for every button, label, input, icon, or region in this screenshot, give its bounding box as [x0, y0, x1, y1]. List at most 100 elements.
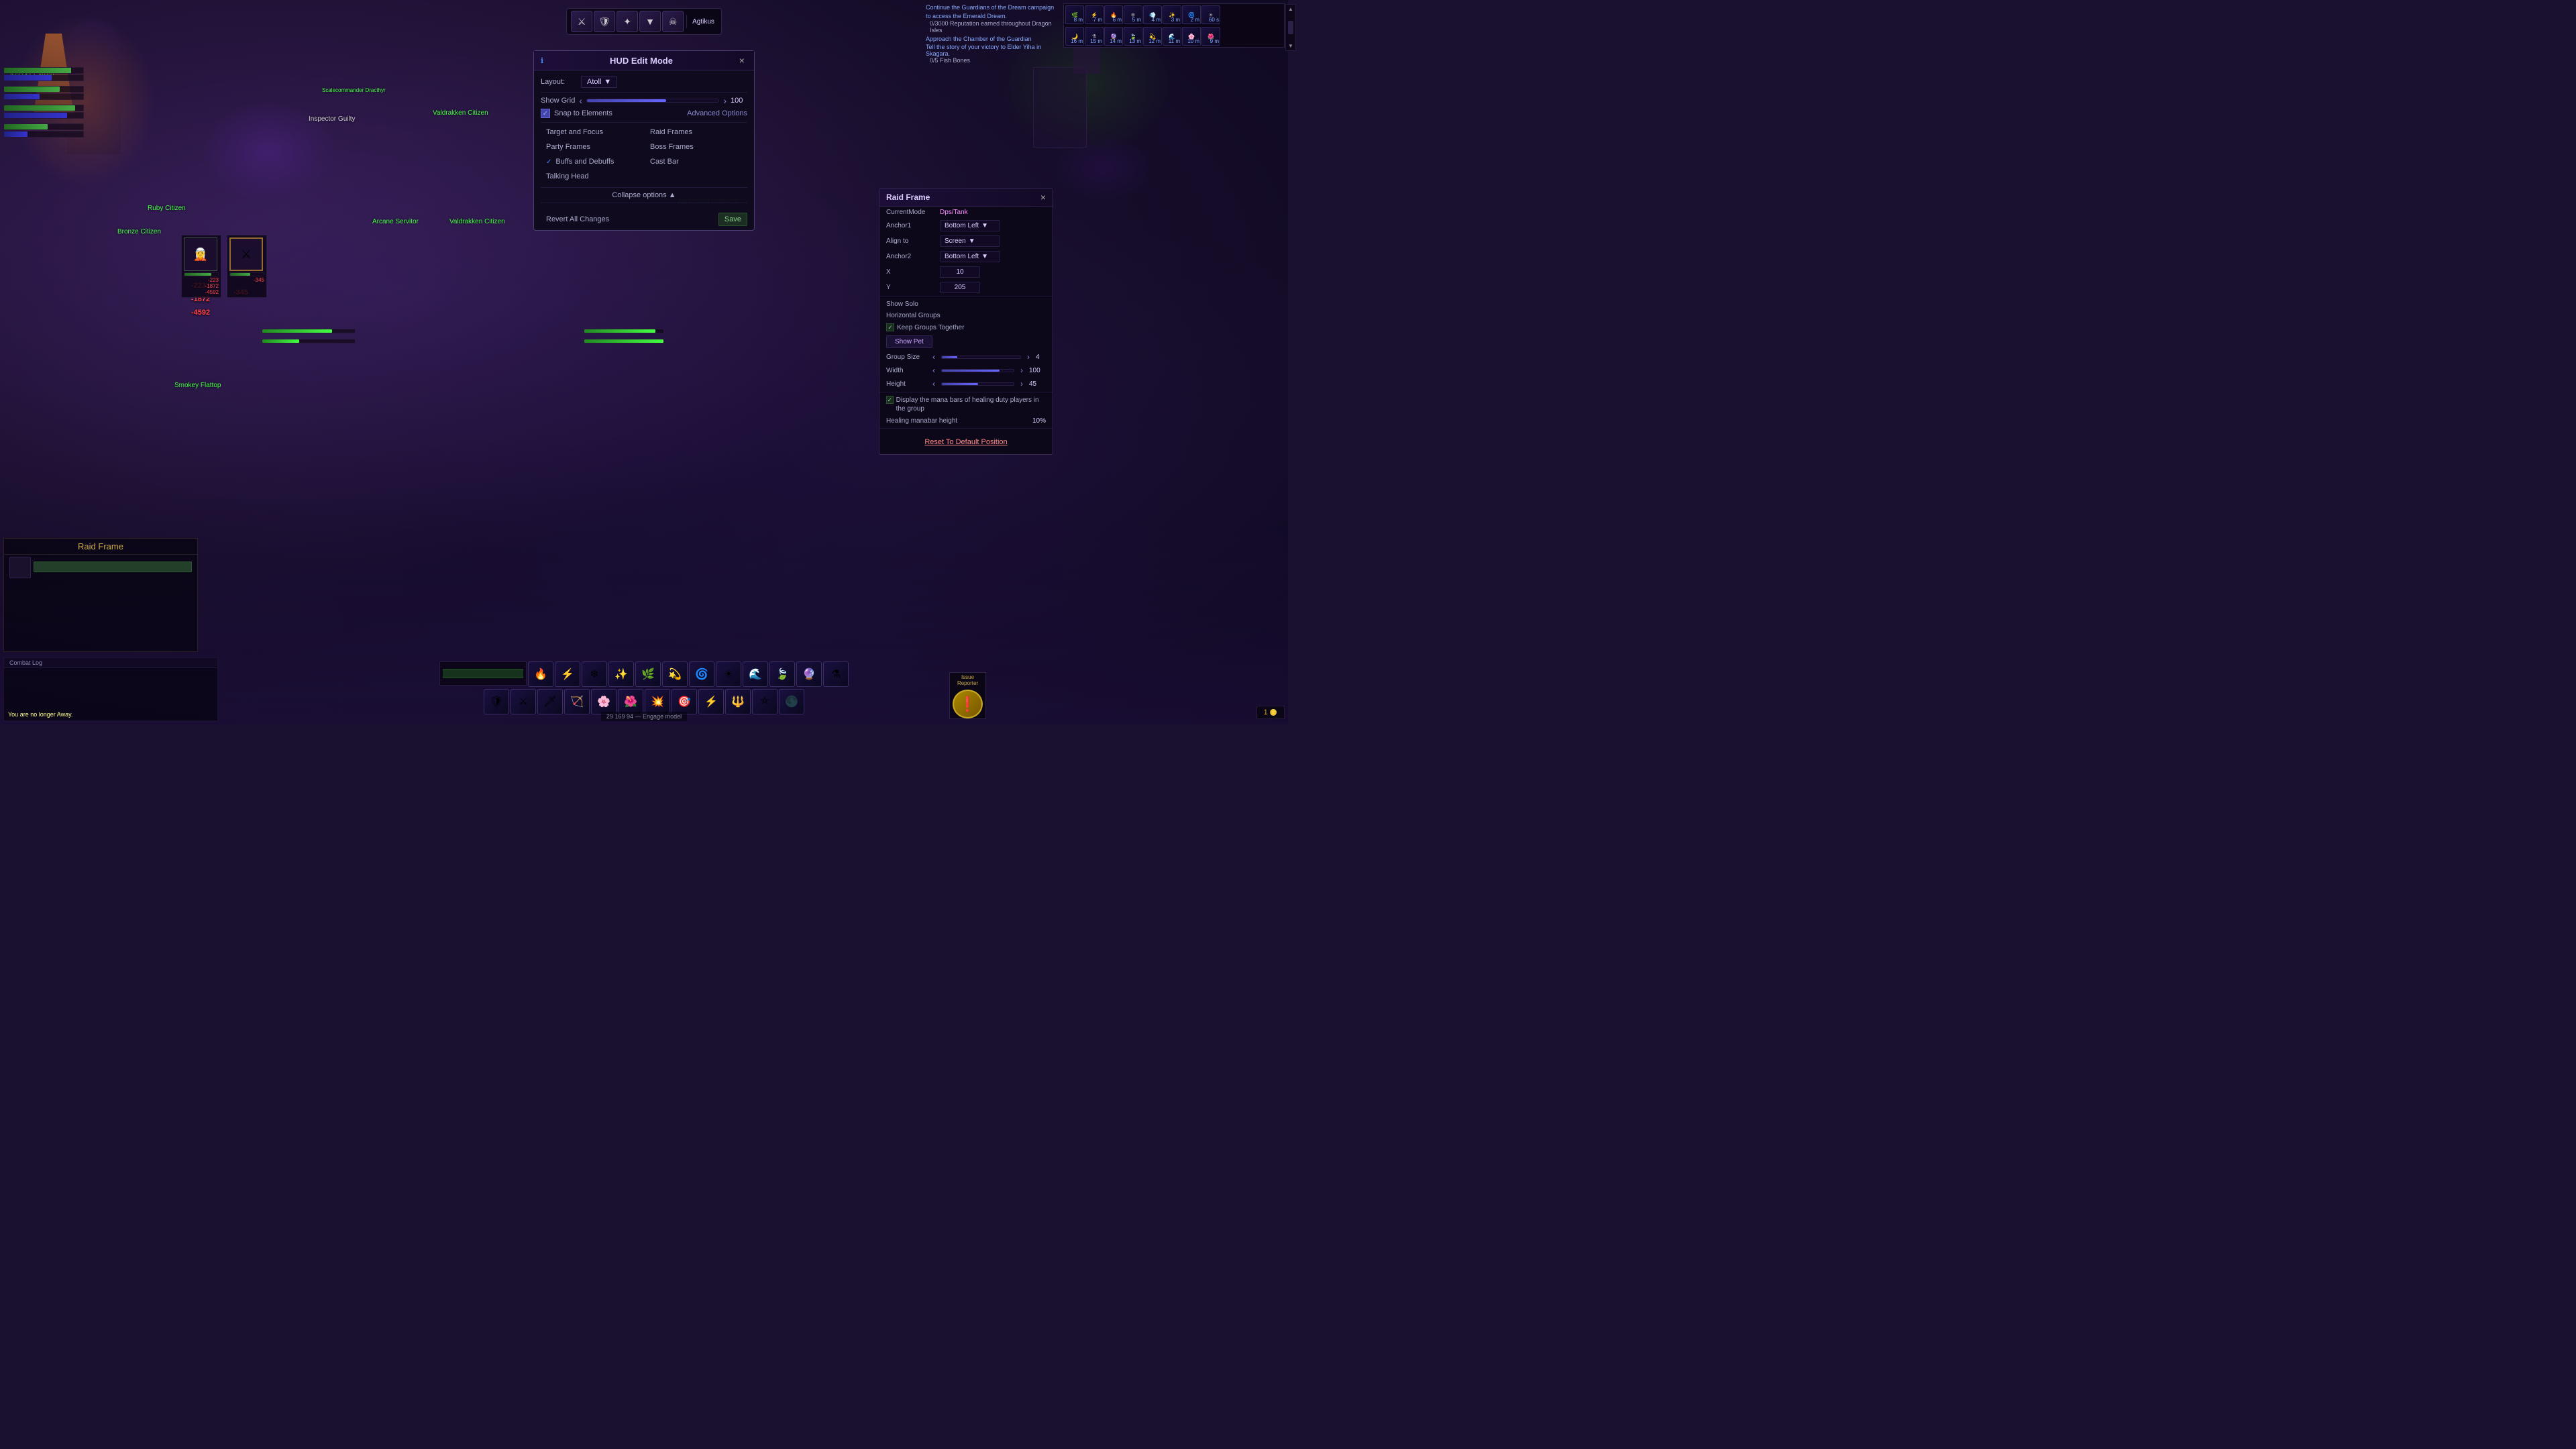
- width-nav-left[interactable]: ‹: [929, 366, 938, 375]
- bottom-row2-slot-10[interactable]: 🔱: [725, 689, 751, 714]
- bottom-row2-slot-7[interactable]: 💥: [645, 689, 670, 714]
- talking-head-label: Talking Head: [546, 172, 589, 180]
- group-size-nav-left[interactable]: ‹: [929, 352, 938, 362]
- spell-icon-15[interactable]: 🌸10 m: [1182, 27, 1201, 46]
- menu-item-cast-bar[interactable]: Cast Bar: [645, 155, 747, 168]
- raid-config-close-btn[interactable]: ×: [1040, 192, 1046, 203]
- save-btn[interactable]: Save: [718, 213, 747, 226]
- bottom-slot-8[interactable]: ☀: [716, 661, 741, 687]
- y-row: Y: [879, 280, 1053, 295]
- grid-nav-right[interactable]: ›: [723, 95, 727, 106]
- bottom-slot-4[interactable]: ✨: [608, 661, 634, 687]
- raid-unit-3: [3, 105, 84, 119]
- display-mana-checkbox[interactable]: ✓: [886, 396, 894, 404]
- anchor2-arrow: ▼: [981, 253, 988, 260]
- bottom-row2-slot-11[interactable]: ⛤: [752, 689, 777, 714]
- menu-item-party-frames[interactable]: Party Frames: [541, 140, 643, 154]
- width-nav-right[interactable]: ›: [1017, 366, 1026, 375]
- bottom-row2-slot-12[interactable]: 🌑: [779, 689, 804, 714]
- spell-icon-2[interactable]: ⚡7 m: [1085, 5, 1104, 24]
- spell-icon-12[interactable]: 🍃13 m: [1124, 27, 1142, 46]
- spell-bar-scroll[interactable]: ▲ ▼: [1285, 4, 1296, 51]
- spell-icon-16[interactable]: 🌺9 m: [1201, 27, 1220, 46]
- bottom-row2-slot-3[interactable]: 🗡: [537, 689, 563, 714]
- anchor2-dropdown[interactable]: Bottom Left ▼: [940, 251, 1000, 262]
- issue-reporter-btn[interactable]: ❗: [953, 690, 983, 718]
- chat-status-message: You are no longer Away.: [8, 711, 72, 718]
- bottom-slot-10[interactable]: 🍃: [769, 661, 795, 687]
- spell-icon-13[interactable]: 💫12 m: [1143, 27, 1162, 46]
- x-input[interactable]: [940, 266, 980, 278]
- menu-item-talking-head[interactable]: Talking Head: [541, 170, 643, 183]
- bottom-slot-11[interactable]: 🔮: [796, 661, 822, 687]
- spell-icon-14[interactable]: 🌊11 m: [1163, 27, 1181, 46]
- action-btn-3[interactable]: ✦: [616, 11, 638, 32]
- spell-icon-1[interactable]: 🌿8 m: [1065, 5, 1084, 24]
- bottom-row2-slot-6[interactable]: 🌺: [618, 689, 643, 714]
- spell-icon-7[interactable]: 🌀2 m: [1182, 5, 1201, 24]
- group-size-nav-right[interactable]: ›: [1024, 352, 1033, 362]
- action-btn-1[interactable]: ⚔: [571, 11, 592, 32]
- current-mode-value: Dps/Tank: [940, 209, 968, 216]
- spell-icon-5[interactable]: 💨4 m: [1143, 5, 1162, 24]
- bottom-slot-6[interactable]: 💫: [662, 661, 688, 687]
- spell-icon-10[interactable]: ⚗15 m: [1085, 27, 1104, 46]
- bottom-slot-3[interactable]: ❄: [582, 661, 607, 687]
- bottom-row2-slot-4[interactable]: 🏹: [564, 689, 590, 714]
- bottom-slot-7[interactable]: 🌀: [689, 661, 714, 687]
- keep-groups-checkbox[interactable]: ✓: [886, 323, 894, 331]
- menu-item-target-focus[interactable]: Target and Focus: [541, 125, 643, 139]
- spell-icon-9[interactable]: 🌙16 m: [1065, 27, 1084, 46]
- action-btn-5[interactable]: ☠: [662, 11, 684, 32]
- action-btn-2[interactable]: 🛡: [594, 11, 615, 32]
- bottom-row2-slot-1[interactable]: 🛡: [484, 689, 509, 714]
- spell-icon-6[interactable]: ✨3 m: [1163, 5, 1181, 24]
- gold-icon: 🪙: [1270, 709, 1277, 716]
- bottom-row2-slot-8[interactable]: 🎯: [672, 689, 697, 714]
- height-nav-left[interactable]: ‹: [929, 379, 938, 388]
- align-to-arrow: ▼: [969, 237, 975, 245]
- menu-item-boss-frames[interactable]: Boss Frames: [645, 140, 747, 154]
- spell-icon-4[interactable]: ❄5 m: [1124, 5, 1142, 24]
- npc-label-valdrakken-citizen: Valdrakken Citizen: [449, 218, 505, 225]
- grid-slider[interactable]: [586, 99, 719, 103]
- height-slider[interactable]: [941, 382, 1014, 386]
- spell-icon-11[interactable]: 🔮14 m: [1104, 27, 1123, 46]
- target-focus-label: Target and Focus: [546, 128, 603, 136]
- bottom-row2-slot-2[interactable]: ⚔: [511, 689, 536, 714]
- action-btn-4[interactable]: ▼: [639, 11, 661, 32]
- layout-dropdown[interactable]: Atoll ▼: [581, 76, 617, 88]
- bottom-row2-slot-9[interactable]: ⚡: [698, 689, 724, 714]
- anchor1-dropdown[interactable]: Bottom Left ▼: [940, 220, 1000, 231]
- y-input[interactable]: [940, 282, 980, 293]
- align-to-dropdown[interactable]: Screen ▼: [940, 235, 1000, 247]
- bottom-action-row-2: 🛡 ⚔ 🗡 🏹 🌸 🌺 💥 🎯 ⚡ 🔱 ⛤ 🌑: [484, 689, 804, 714]
- advanced-options-btn[interactable]: Advanced Options: [687, 109, 747, 117]
- spell-icon-8[interactable]: ☀60 s: [1201, 5, 1220, 24]
- snap-checkbox[interactable]: ✓: [541, 109, 550, 118]
- menu-item-raid-frames[interactable]: Raid Frames: [645, 125, 747, 139]
- grid-nav-left[interactable]: ‹: [579, 95, 582, 106]
- bottom-slot-5[interactable]: 🌿: [635, 661, 661, 687]
- menu-item-buffs-debuffs[interactable]: Buffs and Debuffs: [541, 155, 643, 168]
- group-size-slider[interactable]: [941, 356, 1021, 359]
- bottom-slot-12[interactable]: ⚗: [823, 661, 849, 687]
- bottom-slot-2[interactable]: ⚡: [555, 661, 580, 687]
- bottom-row2-slot-5[interactable]: 🌸: [591, 689, 616, 714]
- spell-icon-3[interactable]: 🔥6 m: [1104, 5, 1123, 24]
- chat-tab[interactable]: Combat Log: [4, 658, 217, 668]
- reset-default-position-btn[interactable]: Reset To Default Position: [924, 438, 1007, 446]
- show-pet-btn[interactable]: Show Pet: [886, 335, 932, 348]
- bottom-slot-9[interactable]: 🌊: [743, 661, 768, 687]
- bottom-slot-1[interactable]: 🔥: [528, 661, 553, 687]
- hud-edit-close-btn[interactable]: ×: [737, 55, 747, 66]
- hud-edit-modal: ℹ HUD Edit Mode × Layout: Atoll ▼ Show G…: [533, 50, 755, 231]
- height-nav-right[interactable]: ›: [1017, 379, 1026, 388]
- unit1-mana: [3, 74, 84, 81]
- quest-item-1: Continue the Guardians of the Dream camp…: [926, 3, 1060, 20]
- width-slider[interactable]: [941, 369, 1014, 372]
- revert-all-changes-btn[interactable]: Revert All Changes: [541, 213, 614, 226]
- gold-display: 1 🪙: [1256, 706, 1285, 719]
- collapse-options-btn[interactable]: Collapse options ▲: [541, 187, 747, 203]
- player-name-plate: [439, 661, 527, 686]
